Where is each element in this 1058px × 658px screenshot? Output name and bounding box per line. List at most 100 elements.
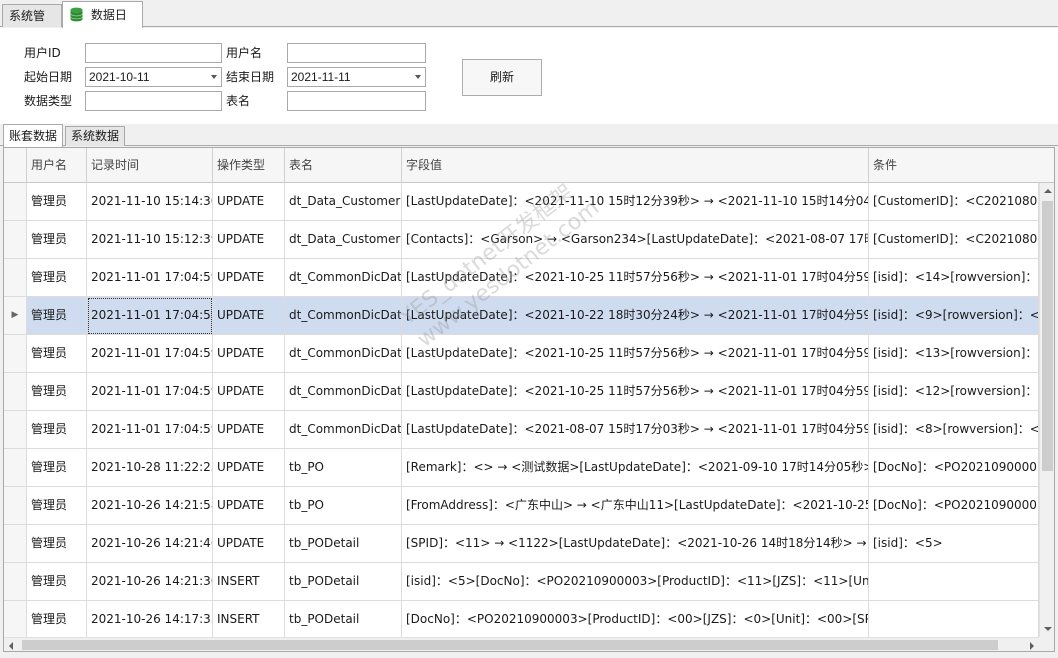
column-header-user[interactable]: 用户名 — [27, 148, 87, 183]
cell-table[interactable]: tb_PO — [285, 487, 402, 525]
cell-condition[interactable]: [isid]：<13>[rowversion]：<S — [869, 335, 1039, 373]
row-indicator[interactable] — [4, 487, 27, 525]
vertical-scroll-thumb[interactable] — [1042, 201, 1053, 471]
cell-operation[interactable]: UPDATE — [213, 335, 285, 373]
scroll-down-icon[interactable] — [1044, 627, 1052, 631]
cell-fields[interactable]: [DocNo]：<PO20210900003>[ProductID]：<00>[… — [402, 601, 869, 637]
cell-table[interactable]: dt_CommonDicData — [285, 335, 402, 373]
cell-table[interactable]: tb_PODetail — [285, 601, 402, 637]
cell-user[interactable]: 管理员 — [27, 221, 87, 259]
table-row[interactable]: 管理员 2021-10-26 14:17:35 INSERT tb_PODetail[… — [4, 601, 1039, 637]
cell-condition[interactable]: [CustomerID]：<C202108000 — [869, 221, 1039, 259]
cell-fields[interactable]: [LastUpdateDate]：<2021-10-25 11时57分56秒> … — [402, 373, 869, 411]
tab-system-management[interactable]: 系统管理 — [2, 4, 62, 45]
cell-condition[interactable]: [CustomerID]：<C202108000 — [869, 183, 1039, 221]
cell-condition[interactable]: [isid]：<14>[rowversion]：<S — [869, 259, 1039, 297]
cell-fields[interactable]: [LastUpdateDate]：<2021-10-22 18时30分24秒> … — [402, 297, 869, 335]
cell-fields[interactable]: [FromAddress]：<广东中山> → <广东中山11>[LastUpda… — [402, 487, 869, 525]
tab-data-log[interactable]: 数据日志 — [62, 1, 143, 48]
horizontal-scroll-thumb[interactable] — [22, 640, 998, 650]
cell-table[interactable]: tb_PODetail — [285, 563, 402, 601]
start-date-picker[interactable]: 2021-10-11 — [85, 67, 222, 87]
cell-time[interactable]: 2021-10-26 14:21:46 — [87, 525, 213, 563]
cell-operation[interactable]: UPDATE — [213, 487, 285, 525]
row-indicator[interactable] — [4, 525, 27, 563]
table-row[interactable]: 管理员 2021-11-10 15:12:39 UPDATE dt_Data_Cust… — [4, 221, 1039, 259]
cell-operation[interactable]: UPDATE — [213, 449, 285, 487]
cell-condition[interactable] — [869, 601, 1039, 637]
column-header-time[interactable]: 记录时间 — [87, 148, 213, 183]
table-row[interactable]: 管理员 2021-11-01 17:04:59 UPDATE dt_CommonDic… — [4, 259, 1039, 297]
cell-operation[interactable]: UPDATE — [213, 411, 285, 449]
cell-table[interactable]: tb_PODetail — [285, 525, 402, 563]
cell-condition[interactable]: [DocNo]：<PO20210900005> — [869, 449, 1039, 487]
refresh-button[interactable]: 刷新 — [462, 59, 542, 96]
column-header-operation[interactable]: 操作类型 — [213, 148, 285, 183]
cell-operation[interactable]: UPDATE — [213, 525, 285, 563]
cell-time[interactable]: 2021-11-01 17:04:59 — [87, 373, 213, 411]
cell-user[interactable]: 管理员 — [27, 449, 87, 487]
user-id-input[interactable] — [85, 43, 222, 63]
cell-table[interactable]: dt_CommonDicData — [285, 411, 402, 449]
row-indicator[interactable] — [4, 449, 27, 487]
cell-time[interactable]: 2021-10-28 11:22:25 — [87, 449, 213, 487]
table-row[interactable]: 管理员 2021-11-01 17:04:59 UPDATE dt_CommonDic… — [4, 335, 1039, 373]
row-indicator[interactable] — [4, 563, 27, 601]
cell-time[interactable]: 2021-10-26 14:21:58 — [87, 487, 213, 525]
cell-operation[interactable]: UPDATE — [213, 297, 285, 335]
cell-operation[interactable]: INSERT — [213, 601, 285, 637]
cell-time[interactable]: 2021-11-10 15:12:39 — [87, 221, 213, 259]
cell-user[interactable]: 管理员 — [27, 525, 87, 563]
row-indicator[interactable] — [4, 373, 27, 411]
column-header-condition[interactable]: 条件 — [869, 148, 1054, 183]
cell-user[interactable]: 管理员 — [27, 373, 87, 411]
chevron-down-icon[interactable] — [211, 75, 217, 79]
table-row[interactable]: 管理员 2021-10-26 14:21:46 UPDATE tb_PODetail[… — [4, 525, 1039, 563]
user-name-input[interactable] — [287, 43, 426, 63]
cell-table[interactable]: tb_PO — [285, 449, 402, 487]
scroll-left-icon[interactable] — [9, 642, 13, 650]
cell-fields[interactable]: [LastUpdateDate]：<2021-10-25 11时57分56秒> … — [402, 335, 869, 373]
cell-user[interactable]: 管理员 — [27, 411, 87, 449]
scroll-right-icon[interactable] — [1030, 642, 1034, 650]
cell-fields[interactable]: [LastUpdateDate]：<2021-08-07 15时17分03秒> … — [402, 411, 869, 449]
row-indicator[interactable] — [4, 601, 27, 637]
cell-table[interactable]: dt_CommonDicData — [285, 297, 402, 335]
cell-user[interactable]: 管理员 — [27, 297, 87, 335]
horizontal-scrollbar[interactable] — [4, 637, 1039, 651]
cell-time[interactable]: 2021-10-26 14:17:35 — [87, 601, 213, 637]
cell-fields[interactable]: [LastUpdateDate]：<2021-10-25 11时57分56秒> … — [402, 259, 869, 297]
cell-time[interactable]: 2021-11-10 15:14:30 — [87, 183, 213, 221]
tab-system-data[interactable]: 系统数据 — [65, 126, 126, 146]
row-indicator[interactable] — [4, 221, 27, 259]
cell-table[interactable]: dt_Data_Customer — [285, 183, 402, 221]
table-row[interactable]: 管理员 2021-10-26 14:21:30 INSERT tb_PODetail[… — [4, 563, 1039, 601]
table-row[interactable]: ▶ 管理员 2021-11-01 17:04:59 UPDATE dt_CommonDi… — [4, 297, 1039, 335]
cell-user[interactable]: 管理员 — [27, 335, 87, 373]
table-row[interactable]: 管理员 2021-11-10 15:14:30 UPDATE dt_Data_Cust… — [4, 183, 1039, 221]
cell-user[interactable]: 管理员 — [27, 601, 87, 637]
cell-condition[interactable] — [869, 563, 1039, 601]
cell-operation[interactable]: UPDATE — [213, 373, 285, 411]
cell-condition[interactable]: [isid]：<8>[rowversion]：<Sy — [869, 411, 1039, 449]
cell-user[interactable]: 管理员 — [27, 563, 87, 601]
cell-operation[interactable]: UPDATE — [213, 221, 285, 259]
cell-time[interactable]: 2021-11-01 17:04:59 — [87, 259, 213, 297]
row-indicator[interactable] — [4, 183, 27, 221]
scroll-up-icon[interactable] — [1044, 189, 1052, 193]
cell-operation[interactable]: UPDATE — [213, 259, 285, 297]
cell-fields[interactable]: [Contacts]：<Garson> → <Garson234>[LastUp… — [402, 221, 869, 259]
row-indicator[interactable]: ▶ — [4, 297, 27, 335]
cell-operation[interactable]: UPDATE — [213, 183, 285, 221]
row-indicator[interactable] — [4, 335, 27, 373]
vertical-scrollbar[interactable] — [1039, 183, 1054, 637]
end-date-picker[interactable]: 2021-11-11 — [287, 67, 426, 87]
table-row[interactable]: 管理员 2021-10-26 14:21:58 UPDATE tb_PO [FromAd… — [4, 487, 1039, 525]
cell-fields[interactable]: [Remark]：<> → <测试数据>[LastUpdateDate]：<20… — [402, 449, 869, 487]
tab-account-data[interactable]: 账套数据 — [3, 124, 64, 147]
cell-condition[interactable]: [DocNo]：<PO20210900003> — [869, 487, 1039, 525]
data-type-input[interactable] — [85, 91, 222, 111]
cell-user[interactable]: 管理员 — [27, 183, 87, 221]
cell-table[interactable]: dt_Data_Customer — [285, 221, 402, 259]
table-row[interactable]: 管理员 2021-10-28 11:22:25 UPDATE tb_PO [Remark… — [4, 449, 1039, 487]
